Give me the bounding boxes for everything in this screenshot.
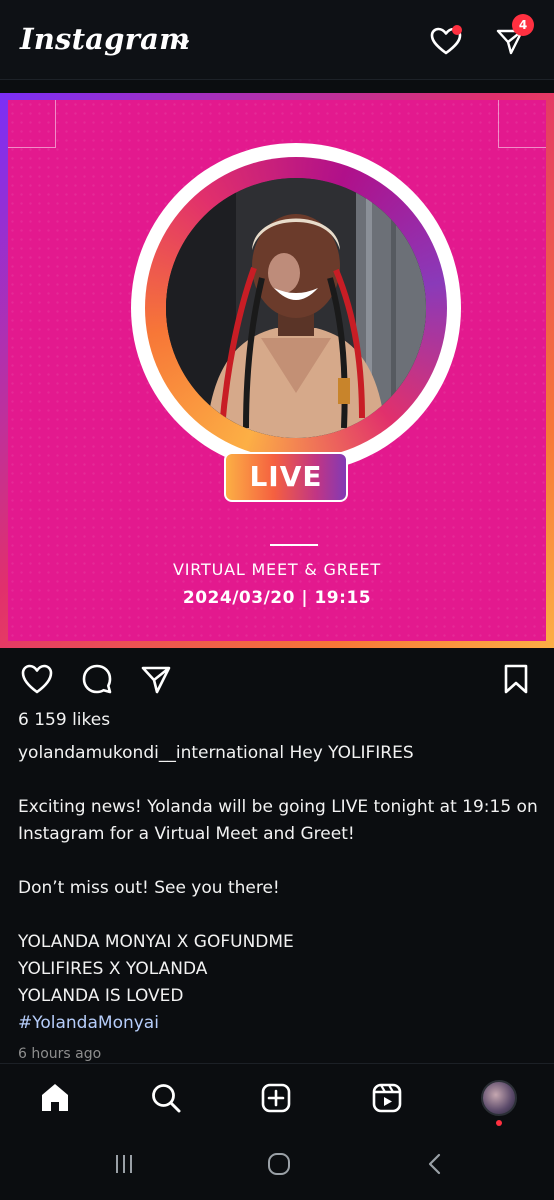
- back-chevron-icon[interactable]: [420, 1149, 450, 1179]
- home-circle-icon[interactable]: [264, 1149, 294, 1179]
- event-title: VIRTUAL MEET & GREET: [173, 560, 381, 579]
- post-caption: yolandamukondi__international Hey YOLIFI…: [18, 740, 538, 1037]
- create-plus-icon[interactable]: [258, 1080, 294, 1116]
- caption-spacer: [18, 902, 538, 929]
- post-actions: [0, 656, 554, 702]
- reels-icon[interactable]: [369, 1080, 405, 1116]
- caption-line: Exciting news! Yolanda will be going LIV…: [18, 797, 538, 844]
- message-count-badge: 4: [512, 14, 534, 36]
- app-logo[interactable]: Instagram: [20, 22, 190, 56]
- caption-spacer: [18, 767, 538, 794]
- frame-corner: [498, 100, 546, 148]
- divider-line: [270, 544, 318, 546]
- search-icon[interactable]: [148, 1080, 184, 1116]
- bottom-nav: [0, 1063, 554, 1131]
- notification-dot: [452, 25, 462, 35]
- caption-spacer: [18, 848, 538, 875]
- top-bar: Instagram 4: [0, 0, 554, 80]
- hashtag-link[interactable]: #YolandaMonyai: [18, 1010, 538, 1037]
- like-heart-icon[interactable]: [20, 662, 54, 696]
- likes-count[interactable]: 6 159 likes: [18, 710, 110, 730]
- caption-first-line: yolandamukondi__international Hey YOLIFI…: [18, 740, 538, 767]
- caption-text: Hey YOLIFIRES: [289, 743, 414, 763]
- caption-line: Don’t miss out! See you there!: [18, 878, 280, 898]
- frame-corner: [8, 100, 56, 148]
- caption-username[interactable]: yolandamukondi__international: [18, 743, 284, 763]
- live-badge: LIVE: [224, 452, 348, 502]
- post-graphic: LIVE VIRTUAL MEET & GREET 2024/03/20 | 1…: [8, 100, 546, 641]
- profile-photo: [166, 178, 426, 438]
- profile-avatar[interactable]: [481, 1080, 517, 1116]
- share-icon[interactable]: [139, 662, 173, 696]
- system-nav-bar: [0, 1131, 554, 1200]
- chevron-down-icon[interactable]: [176, 38, 190, 50]
- comment-icon[interactable]: [80, 662, 114, 696]
- post-timestamp: 6 hours ago: [18, 1046, 102, 1062]
- home-icon[interactable]: [37, 1080, 73, 1116]
- caption-line: YOLANDA MONYAI X GOFUNDME: [18, 932, 294, 952]
- recent-apps-icon[interactable]: [109, 1149, 139, 1179]
- post-image[interactable]: LIVE VIRTUAL MEET & GREET 2024/03/20 | 1…: [0, 93, 554, 648]
- save-bookmark-icon[interactable]: [499, 662, 533, 696]
- caption-line: YOLANDA IS LOVED: [18, 986, 184, 1006]
- event-datetime: 2024/03/20 | 19:15: [182, 588, 372, 608]
- caption-line: YOLIFIRES X YOLANDA: [18, 959, 208, 979]
- notification-dot: [496, 1120, 502, 1126]
